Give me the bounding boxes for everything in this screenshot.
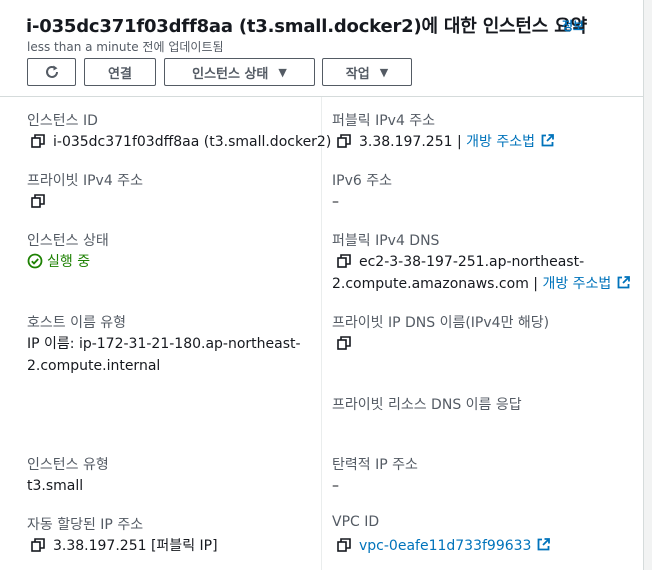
open-address-label: 개방 주소법 xyxy=(466,134,535,150)
ipv6-value: – xyxy=(332,194,339,210)
public-ipv4-value: 3.38.197.251 | 개방 주소법 xyxy=(337,131,554,153)
external-link-icon xyxy=(541,134,554,147)
hostname-line-1: IP 이름: ip-172-31-21-180.ap-northeast- xyxy=(27,336,301,352)
external-link-icon xyxy=(617,276,631,289)
auto-ip-text: 3.38.197.251 [퍼블릭 IP] xyxy=(53,538,218,554)
instance-state-label: 인스턴스 상태 xyxy=(27,233,109,249)
instance-id-text: i-035dc371f03dff8aa (t3.small.docker2) xyxy=(53,134,332,150)
external-link-icon xyxy=(538,538,551,551)
refresh-button[interactable] xyxy=(27,58,76,86)
actions-dropdown-label: 작업 xyxy=(345,66,370,82)
caret-down-icon: ▼ xyxy=(278,65,287,79)
instance-id-label: 인스턴스 ID xyxy=(27,113,98,129)
elastic-ip-label: 탄력적 IP 주소 xyxy=(332,457,418,473)
column-divider xyxy=(321,97,322,570)
copy-icon[interactable] xyxy=(31,194,45,208)
hostname-value: IP 이름: ip-172-31-21-180.ap-northeast- 2.… xyxy=(27,333,317,377)
vpc-id-label: VPC ID xyxy=(332,514,380,530)
public-dns-line-1: ec2-3-38-197-251.ap-northeast- xyxy=(359,254,585,270)
open-address-link[interactable]: 개방 주소법 xyxy=(466,134,554,150)
summary-header: i-035dc371f03dff8aa (t3.small.docker2)에 … xyxy=(0,0,643,97)
public-ipv4-text: 3.38.197.251 xyxy=(359,134,453,150)
instance-state-dropdown-label: 인스턴스 상태 xyxy=(192,66,269,82)
hostname-line-2: 2.compute.internal xyxy=(27,358,161,374)
public-dns-value: ec2-3-38-197-251.ap-northeast- 2.compute… xyxy=(332,251,637,295)
instance-state-dropdown[interactable]: 인스턴스 상태 ▼ xyxy=(164,58,315,86)
separator: | xyxy=(452,134,467,150)
check-circle-icon xyxy=(27,253,43,269)
scroll-gutter xyxy=(644,0,652,570)
vpc-id-link[interactable]: vpc-0eafe11d733f99633 xyxy=(359,538,551,554)
separator: | xyxy=(528,276,543,292)
copy-icon[interactable] xyxy=(337,134,351,148)
private-ipv4-label: 프라이빗 IPv4 주소 xyxy=(27,173,143,189)
actions-dropdown[interactable]: 작업 ▼ xyxy=(322,58,412,86)
copy-icon[interactable] xyxy=(31,134,45,148)
copy-icon[interactable] xyxy=(337,538,351,552)
auto-ip-value: 3.38.197.251 [퍼블릭 IP] xyxy=(31,535,218,557)
connect-button[interactable]: 연결 xyxy=(84,58,156,86)
instance-state-text: 실행 중 xyxy=(47,254,91,270)
private-dns-value xyxy=(337,333,359,355)
public-dns-label: 퍼블릭 IPv4 DNS xyxy=(332,233,440,249)
vpc-id-value: vpc-0eafe11d733f99633 xyxy=(337,535,551,557)
copy-icon[interactable] xyxy=(337,254,351,268)
instance-id-value: i-035dc371f03dff8aa (t3.small.docker2) xyxy=(31,131,331,153)
private-resource-dns-label: 프라이빗 리소스 DNS 이름 응답 xyxy=(332,397,522,413)
private-dns-label: 프라이빗 IP DNS 이름(IPv4만 해당) xyxy=(332,315,550,331)
private-ipv4-value xyxy=(31,191,53,213)
ipv6-label: IPv6 주소 xyxy=(332,173,392,189)
open-dns-label: 개방 주소법 xyxy=(542,276,612,292)
last-updated-text: less than a minute 전에 업데이트됨 xyxy=(27,40,224,54)
instance-type-value: t3.small xyxy=(27,478,84,494)
public-dns-line-2: 2.compute.amazonaws.com xyxy=(332,276,529,292)
copy-icon[interactable] xyxy=(31,538,45,552)
public-ipv4-label: 퍼블릭 IPv4 주소 xyxy=(332,113,436,129)
instance-type-label: 인스턴스 유형 xyxy=(27,457,109,473)
caret-down-icon: ▼ xyxy=(379,65,389,79)
refresh-icon xyxy=(45,65,58,78)
copy-icon[interactable] xyxy=(337,336,351,350)
info-link[interactable]: 정보 xyxy=(562,17,584,34)
connect-label: 연결 xyxy=(108,66,132,82)
open-dns-link[interactable]: 개방 주소법 xyxy=(542,276,631,292)
vpc-id-text: vpc-0eafe11d733f99633 xyxy=(359,538,532,554)
hostname-type-label: 호스트 이름 유형 xyxy=(27,315,127,331)
elastic-ip-value: – xyxy=(332,478,339,494)
auto-ip-label: 자동 할당된 IP 주소 xyxy=(27,517,144,533)
page-title: i-035dc371f03dff8aa (t3.small.docker2)에 … xyxy=(26,16,587,37)
instance-state-value: 실행 중 xyxy=(27,251,90,273)
